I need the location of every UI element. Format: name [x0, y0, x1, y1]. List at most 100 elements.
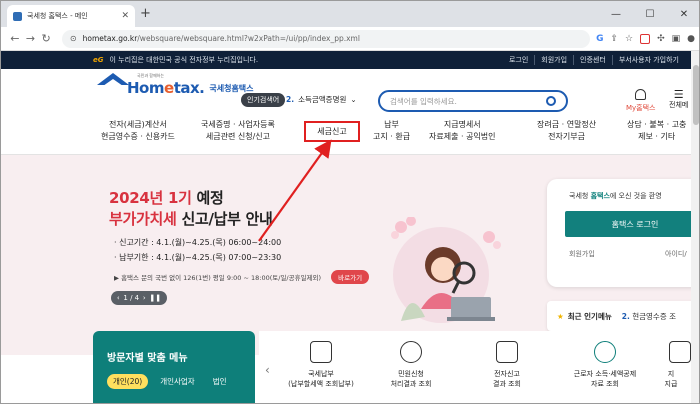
woman-magnifier-illustration [391, 217, 501, 323]
site-info-icon[interactable]: ⊙ [70, 34, 77, 43]
quick-e-filing[interactable]: 전자신고 결과 조회 [467, 341, 547, 389]
hometax-logo[interactable]: Hometax. 국세청홈택스 국민과 함께하는 [93, 73, 254, 97]
address-bar: ← → ↻ ⊙ hometax.go.kr /websquare/websqua… [1, 27, 699, 51]
quick-label: 전자신고 [494, 370, 520, 378]
tab-close-icon[interactable]: ✕ [121, 11, 129, 21]
quick-sublabel: 처리결과 조회 [390, 380, 432, 388]
quick-prev-icon[interactable]: ‹ [265, 363, 270, 377]
tab-corporation[interactable]: 법인 [207, 374, 233, 389]
signup-link[interactable]: 회원가입 [569, 249, 595, 259]
signup-link[interactable]: 회원가입 [534, 55, 573, 65]
nav-sublabel: 제보 · 기타 [638, 132, 676, 141]
nav-sublabel: 현금영수증 · 신용카드 [101, 132, 175, 141]
go-button[interactable]: 바로가기 [331, 270, 370, 284]
toolbar-extensions: G ⇪ ☆ ✣ ▣ ● [596, 33, 695, 44]
cert-center-link[interactable]: 인증센터 [573, 55, 612, 65]
minimize-button[interactable]: — [599, 1, 633, 27]
recent-item[interactable]: 2. 현금영수증 조 [622, 311, 676, 322]
bookmark-star-icon[interactable]: ☆ [625, 34, 633, 44]
nav-label: 상담 · 불복 · 고충 [627, 120, 687, 129]
scrollbar-thumb[interactable] [693, 65, 699, 125]
new-tab-button[interactable]: + [140, 6, 151, 22]
search-input[interactable]: 검색어를 입력하세요. [378, 90, 568, 112]
house-logo-icon [93, 73, 133, 97]
nav-sublabel: 자료제출 · 공익법인 [429, 132, 496, 141]
visitor-menu-panel: 방문자별 맞춤 메뉴 개인(20) 개인사업자 법인 [93, 331, 255, 403]
find-id-link[interactable]: 아이디/ [665, 249, 687, 259]
annotation-arrow [258, 139, 332, 242]
inquiry-text: ▶ 홈택스 문의 국번 없이 126(1번) 평일 9:00 ~ 18:00(토… [114, 274, 322, 282]
pause-button[interactable]: ❚❚ [149, 294, 161, 302]
nav-payment[interactable]: 납부 고지 · 환급 [373, 119, 410, 143]
profile-icon[interactable]: ● [687, 34, 695, 44]
forward-arrow-icon[interactable]: → [23, 32, 39, 45]
file-check-icon [496, 341, 518, 363]
popular-search-select[interactable]: 2. 소득금액증명원 ⌄ [286, 94, 357, 105]
page-scrollbar[interactable] [691, 51, 699, 403]
nav-incentives[interactable]: 장려금 · 연말정산 전자기부금 [537, 119, 596, 143]
nav-label: 국세증명 · 사업자등록 [201, 120, 275, 129]
site-header: Hometax. 국세청홈택스 국민과 함께하는 인기검색어 2. 소득금액증명… [1, 69, 691, 113]
nav-e-invoice[interactable]: 전자(세금)계산서 현금영수증 · 신용카드 [101, 119, 175, 143]
all-menu-label: 전체메 [669, 101, 689, 109]
hometax-favicon-icon [13, 11, 22, 21]
nav-label: 납부 [384, 120, 399, 129]
quick-label: 민원신청 [398, 370, 424, 378]
logo-tagline: 국민과 함께하는 [137, 73, 165, 78]
login-link[interactable]: 로그인 [503, 55, 534, 65]
quick-payment-statement[interactable]: 지 지급 [651, 341, 691, 389]
nav-label: 전자(세금)계산서 [109, 120, 167, 129]
visitor-tabs: 개인(20) 개인사업자 법인 [107, 374, 233, 389]
quick-sublabel: 결과 조회 [493, 380, 521, 388]
dept-user-link[interactable]: 부서사용자 가입하기 [611, 55, 685, 65]
visitor-title: 방문자별 맞춤 메뉴 [107, 353, 188, 364]
slide-counter: 1 / 4 [123, 294, 140, 302]
quick-civil-request[interactable]: 민원신청 처리결과 조회 [371, 341, 451, 389]
hometax-login-button[interactable]: 홈택스 로그인 [565, 211, 691, 237]
maximize-button[interactable]: ☐ [633, 1, 667, 27]
quick-worker-deduction[interactable]: 근로자 소득·세액공제 자료 조회 [565, 341, 645, 389]
all-menu-button[interactable]: ☰ 전체메 [669, 89, 688, 110]
search-icon[interactable] [546, 96, 556, 106]
popular-term: 소득금액증명원 [298, 95, 347, 104]
recent-popular-menu: ★ 최근 인기메뉴 2. 현금영수증 조 [547, 301, 691, 331]
url-field[interactable]: ⊙ hometax.go.kr /websquare/websquare.htm… [61, 29, 591, 48]
tab-individual[interactable]: 개인(20) [107, 374, 149, 389]
browser-tab[interactable]: 국세청 홈택스 - 메인 ✕ [7, 5, 135, 27]
google-translate-icon[interactable]: G [596, 34, 603, 44]
my-hometax-button[interactable]: My홈택스 [626, 89, 656, 113]
close-window-button[interactable]: ✕ [667, 1, 699, 27]
tab-sole-proprietor[interactable]: 개인사업자 [154, 374, 201, 389]
nav-consulting[interactable]: 상담 · 불복 · 고충 제보 · 기타 [627, 119, 686, 143]
nav-statements[interactable]: 지급명세서 자료제출 · 공익법인 [429, 119, 496, 143]
chevron-down-icon: ⌄ [350, 95, 357, 104]
extension-icon[interactable] [640, 33, 651, 44]
reload-icon[interactable]: ↻ [38, 32, 54, 45]
payment-deadline: · 납부기한 : 4.1.(월)~4.25.(목) 07:00~23:30 [114, 253, 282, 262]
logo-wordmark: Hometax. [127, 79, 205, 97]
quick-sublabel: 자료 조회 [591, 380, 619, 388]
quick-menu: ‹ 국세납부 (납부할세액 조회납부) 민원신청 처리결과 조회 전자신고 결과… [259, 331, 691, 403]
side-panel-icon[interactable]: ▣ [672, 34, 681, 44]
inquiry-note: ▶ 홈택스 문의 국번 없이 126(1번) 평일 9:00 ~ 18:00(토… [114, 270, 370, 284]
document-icon [310, 341, 332, 363]
quick-tax-payment[interactable]: 국세납부 (납부할세액 조회납부) [281, 341, 361, 389]
extensions-puzzle-icon[interactable]: ✣ [657, 34, 665, 44]
search-placeholder: 검색어를 입력하세요. [390, 96, 457, 106]
prev-slide-button[interactable]: ‹ [117, 294, 120, 302]
quick-sublabel: 지급 [664, 380, 678, 388]
gov-notice-bar: eG 이 누리집은 대한민국 공식 전자정부 누리집입니다. 로그인 회원가입 … [1, 51, 691, 69]
person-icon [635, 89, 647, 100]
share-icon[interactable]: ⇪ [610, 34, 618, 44]
quick-label: 국세납부 [308, 370, 334, 378]
nav-sublabel: 전자기부금 [548, 132, 585, 141]
quick-label: 지 [667, 370, 675, 378]
quick-sublabel: (납부할세액 조회납부) [288, 380, 354, 388]
top-links: 로그인 회원가입 인증센터 부서사용자 가입하기 [503, 55, 691, 65]
back-arrow-icon[interactable]: ← [7, 32, 23, 45]
browser-window: 국세청 홈택스 - 메인 ✕ + — ☐ ✕ ← → ↻ ⊙ hometax.g… [0, 0, 700, 404]
nav-sublabel: 고지 · 환급 [373, 132, 411, 141]
next-slide-button[interactable]: › [143, 294, 146, 302]
login-panel: 국세청 홈택스에 오신 것을 환영 홈택스 로그인 회원가입 아이디/ [547, 179, 691, 287]
hamburger-icon: ☰ [673, 88, 684, 101]
